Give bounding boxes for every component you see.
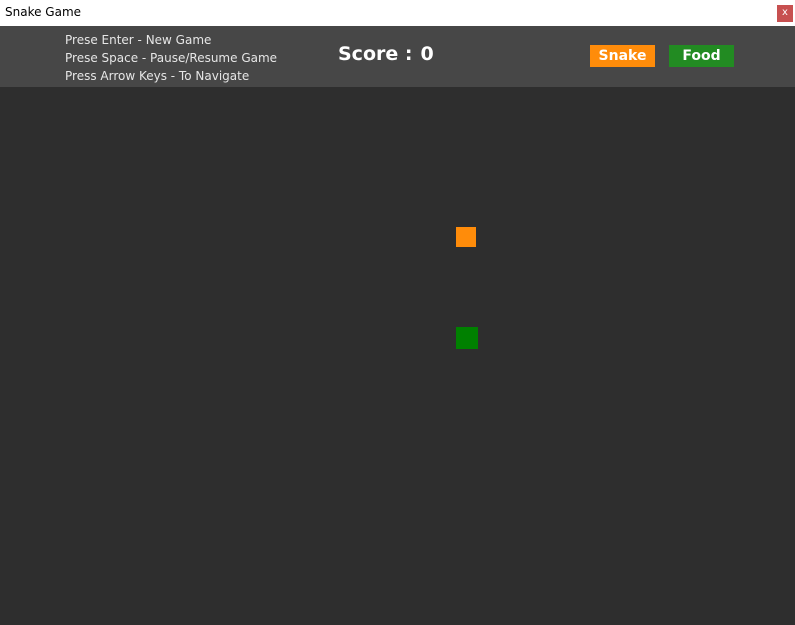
instructions: Prese Enter - New Game Prese Space - Pau… [65,31,277,85]
close-button[interactable]: x [777,5,793,22]
window-title: Snake Game [5,5,82,19]
game-header: Prese Enter - New Game Prese Space - Pau… [0,26,795,87]
title-bar: Snake Game x [0,0,795,26]
snake-segment [456,227,476,247]
instruction-pause: Prese Space - Pause/Resume Game [65,51,278,65]
instruction-new-game: Prese Enter - New Game [65,33,212,47]
food-item [456,327,478,349]
score-value: 0 [420,43,434,65]
score-label: Score : [338,43,413,65]
instruction-navigate: Press Arrow Keys - To Navigate [65,69,250,83]
score-display: Score : 0 [338,43,434,65]
game-board[interactable] [0,87,795,625]
legend-food: Food [669,45,734,67]
legend-snake: Snake [590,45,655,67]
